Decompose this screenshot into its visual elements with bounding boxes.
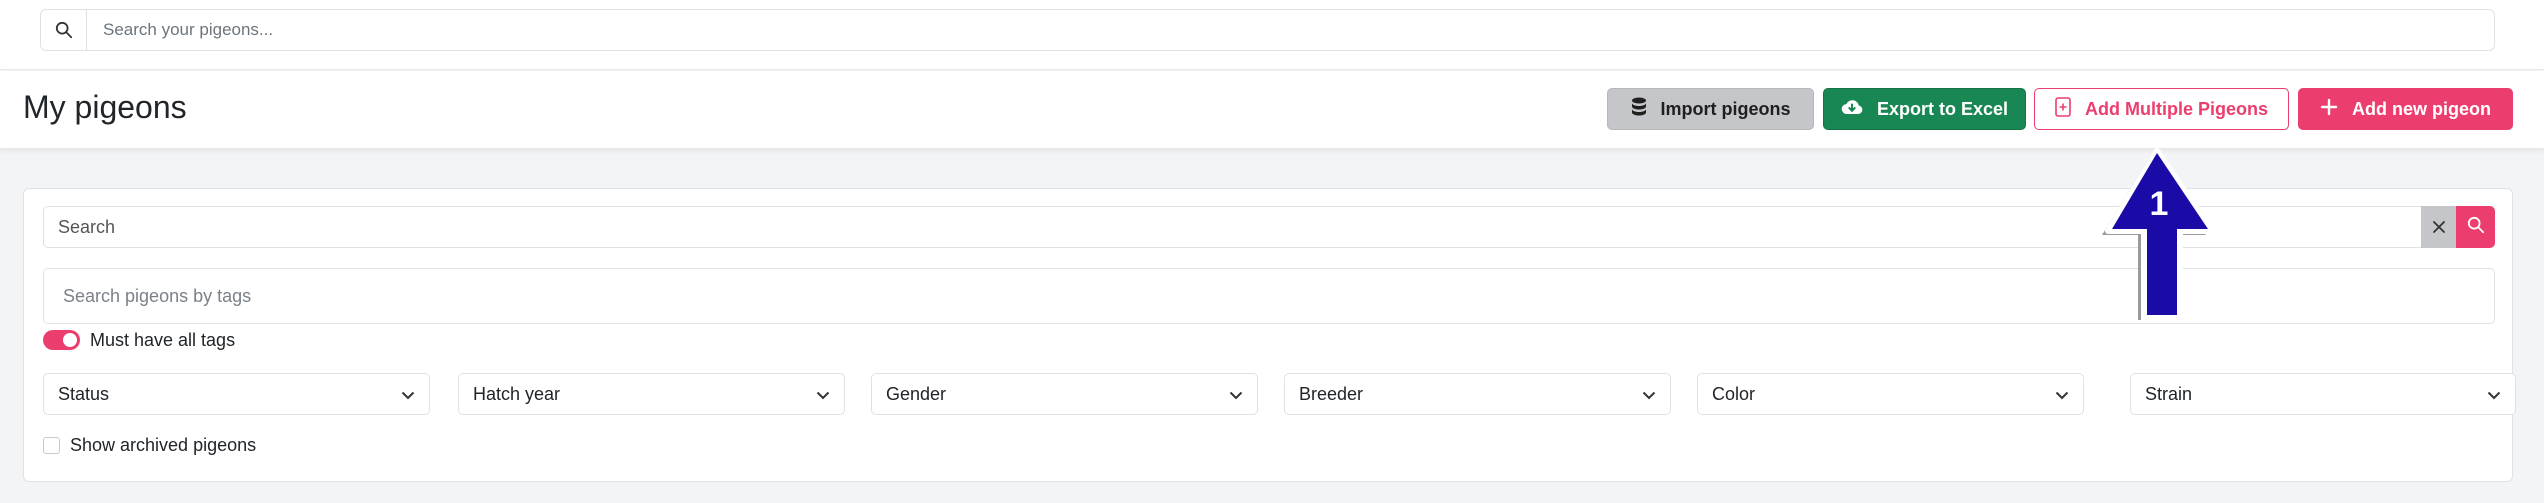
status-select[interactable]: Status (43, 373, 430, 415)
must-have-all-tags-toggle[interactable] (43, 330, 80, 350)
must-have-all-tags-row: Must have all tags (43, 328, 235, 352)
filter-card: Must have all tags Status Hatch year Gen… (23, 188, 2516, 482)
hatch-year-select[interactable]: Hatch year (458, 373, 845, 415)
chevron-down-icon (1642, 384, 1656, 405)
database-icon (1631, 97, 1647, 122)
gender-select-label: Gender (886, 383, 947, 404)
search-submit-button[interactable] (2456, 206, 2495, 248)
gender-select[interactable]: Gender (871, 373, 1258, 415)
top-bar (0, 0, 2544, 70)
chevron-down-icon (816, 384, 830, 405)
breeder-select[interactable]: Breeder (1284, 373, 1671, 415)
chevron-down-icon (2055, 384, 2069, 405)
hatch-year-select-label: Hatch year (473, 383, 561, 404)
clear-search-button[interactable] (2421, 206, 2456, 248)
add-multiple-pigeons-button[interactable]: Add Multiple Pigeons (2034, 88, 2289, 130)
filter-selects: Status Hatch year Gender Breeder Color S… (43, 373, 2518, 415)
import-pigeons-label: Import pigeons (1660, 98, 1791, 119)
chevron-down-icon (1229, 384, 1243, 405)
cloud-download-icon (1841, 98, 1863, 121)
add-new-pigeon-button[interactable]: Add new pigeon (2298, 88, 2513, 130)
pigeon-search-row (43, 206, 2495, 248)
pigeon-search-input[interactable] (43, 206, 2421, 248)
close-icon (2432, 214, 2446, 240)
add-new-pigeon-label: Add new pigeon (2352, 98, 2491, 119)
page-title: My pigeons (23, 89, 187, 125)
plus-icon (2320, 98, 2338, 121)
chevron-down-icon (401, 384, 415, 405)
must-have-all-tags-label: Must have all tags (90, 329, 236, 350)
chevron-down-icon (2487, 384, 2501, 405)
export-to-excel-label: Export to Excel (1876, 98, 2009, 119)
page-header: My pigeons Import pigeons Export to Exce… (0, 71, 2544, 149)
add-multiple-pigeons-label: Add Multiple Pigeons (2085, 98, 2268, 119)
status-select-label: Status (58, 383, 110, 404)
search-icon (2467, 216, 2485, 239)
show-archived-label: Show archived pigeons (70, 435, 257, 455)
tags-search-input[interactable] (43, 268, 2495, 324)
search-icon[interactable] (41, 10, 87, 50)
export-to-excel-button[interactable]: Export to Excel (1823, 88, 2026, 130)
import-pigeons-button[interactable]: Import pigeons (1607, 88, 1814, 130)
global-search-input[interactable] (87, 11, 2494, 49)
file-plus-icon (2055, 96, 2071, 122)
breeder-select-label: Breeder (1299, 383, 1364, 404)
show-archived-row: Show archived pigeons (43, 435, 256, 456)
global-search[interactable] (40, 9, 2495, 51)
strain-select[interactable]: Strain (2130, 373, 2516, 415)
show-archived-checkbox[interactable] (43, 437, 60, 454)
color-select-label: Color (1712, 383, 1756, 404)
color-select[interactable]: Color (1697, 373, 2084, 415)
strain-select-label: Strain (2145, 383, 2193, 404)
